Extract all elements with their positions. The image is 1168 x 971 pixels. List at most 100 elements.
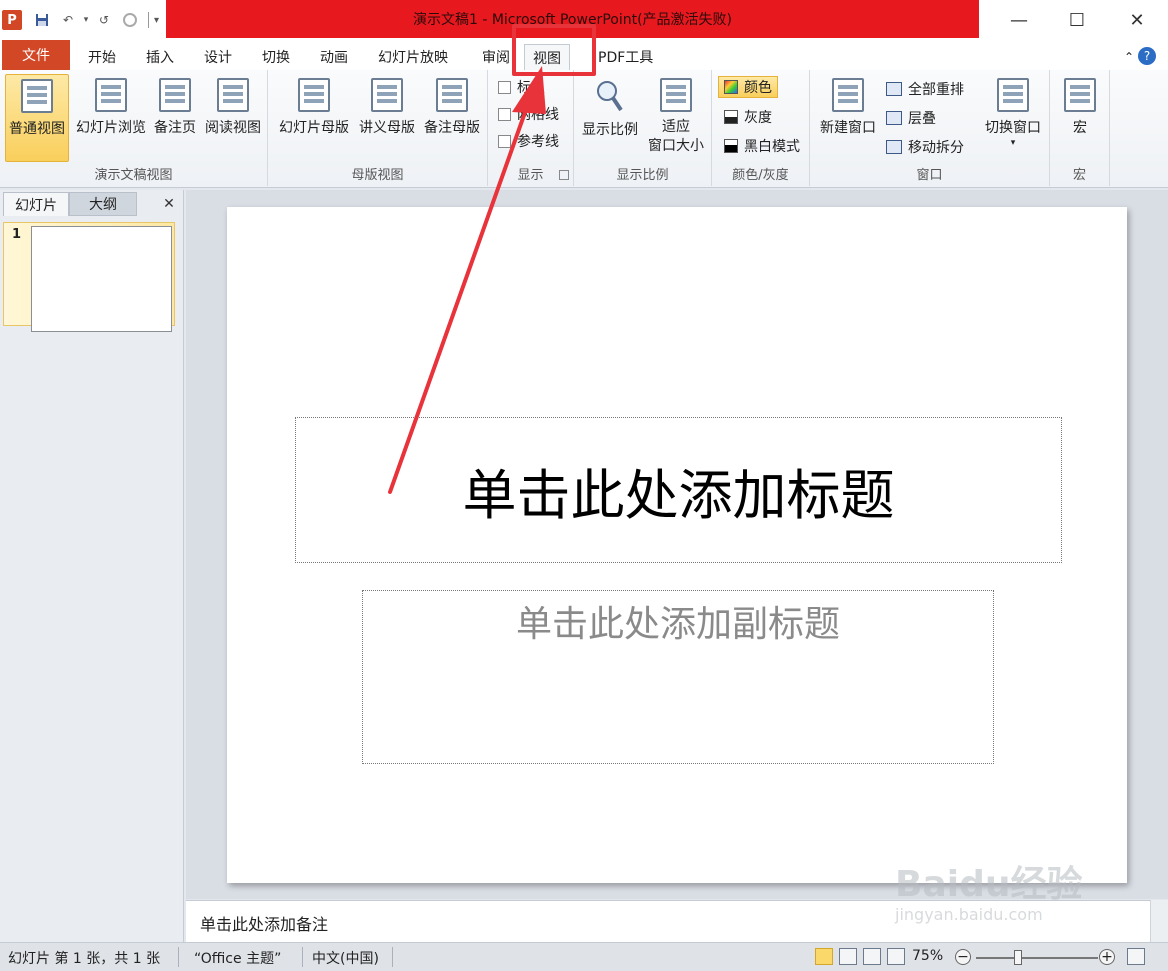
help-icon[interactable]: ? — [1138, 47, 1156, 65]
move-split-icon — [886, 140, 902, 154]
ruler-check-icon[interactable] — [498, 80, 511, 94]
slide-thumbnail[interactable] — [31, 226, 172, 332]
save-icon[interactable] — [34, 12, 50, 28]
group-macros: 宏 宏 — [1050, 70, 1110, 186]
group-presentation-views: 普通视图 幻灯片浏览 备注页 阅读视图 演示文稿视图 — [0, 70, 268, 186]
notes-page-icon — [159, 78, 191, 112]
powerpoint-logo-icon[interactable]: P — [2, 10, 22, 30]
tab-insert[interactable]: 插入 — [138, 44, 182, 70]
guides-check-icon[interactable] — [498, 134, 511, 148]
notes-master-icon — [436, 78, 468, 112]
switch-window-dropdown-icon: ▾ — [1010, 138, 1016, 148]
color-swatch-icon — [724, 80, 738, 94]
slide-sorter-status-icon[interactable] — [839, 948, 857, 965]
normal-view-icon — [21, 79, 53, 113]
group-label-presentation-views: 演示文稿视图 — [94, 168, 173, 183]
ribbon: 普通视图 幻灯片浏览 备注页 阅读视图 演示文稿视图 幻灯片母版 讲义母版 备注… — [0, 70, 1168, 188]
notes-page-button[interactable]: 备注页 — [151, 74, 199, 162]
normal-view-status-icon[interactable] — [815, 948, 833, 965]
notes-master-button[interactable]: 备注母版 — [420, 74, 484, 162]
tab-file[interactable]: 文件 — [2, 40, 70, 70]
cascade-icon — [886, 111, 902, 125]
group-label-zoom: 显示比例 — [616, 168, 669, 183]
tab-outline[interactable]: 大纲 — [69, 192, 137, 216]
zoom-out-button[interactable]: − — [955, 949, 971, 965]
reading-view-status-icon[interactable] — [863, 948, 881, 965]
slide-thumbnail-item[interactable]: 1 — [3, 222, 175, 332]
normal-view-button[interactable]: 普通视图 — [5, 74, 69, 162]
status-bar: 幻灯片 第 1 张，共 1 张 “Office 主题” 中文(中国) 75% −… — [0, 942, 1168, 971]
notes-scrollbar[interactable] — [1150, 900, 1168, 942]
customize-qat-icon[interactable]: ▾ — [148, 12, 164, 28]
reading-view-icon — [217, 78, 249, 112]
color-button[interactable]: 颜色 — [718, 76, 778, 98]
grayscale-button[interactable]: 灰度 — [724, 106, 772, 128]
tab-slide-show[interactable]: 幻灯片放映 — [370, 44, 456, 70]
annotation-highlight-box — [512, 24, 596, 76]
slide-show-status-icon[interactable] — [887, 948, 905, 965]
redo-icon[interactable]: ↺ — [96, 12, 112, 28]
ruler-checkbox[interactable]: 标尺 — [498, 76, 545, 98]
watermark-logo-text: Baidu经验 — [895, 864, 1083, 905]
switch-window-icon — [997, 78, 1029, 112]
close-button[interactable]: ✕ — [1122, 6, 1152, 34]
slide-thumbnail-number: 1 — [12, 227, 22, 242]
tab-design[interactable]: 设计 — [196, 44, 240, 70]
group-label-window: 窗口 — [916, 168, 943, 183]
fit-slide-to-window-icon[interactable] — [1127, 948, 1145, 965]
baidu-watermark: Baidu经验 jingyan.baidu.com — [895, 855, 1082, 924]
black-white-button[interactable]: 黑白模式 — [724, 135, 800, 157]
status-divider — [178, 947, 179, 967]
title-placeholder[interactable]: 单击此处添加标题 — [295, 417, 1062, 563]
undo-dropdown-icon[interactable]: ▾ — [78, 12, 94, 28]
group-label-master-views: 母版视图 — [351, 168, 404, 183]
switch-window-button[interactable]: 切换窗口 ▾ — [980, 74, 1046, 162]
language-status[interactable]: 中文(中国) — [312, 948, 379, 968]
watermark-url: jingyan.baidu.com — [895, 905, 1043, 924]
zoom-slider-thumb[interactable] — [1014, 950, 1022, 965]
slide-sorter-button[interactable]: 幻灯片浏览 — [72, 74, 150, 162]
close-pane-icon[interactable]: ✕ — [158, 192, 180, 216]
zoom-level[interactable]: 75% — [912, 948, 943, 964]
slides-pane-tabs: 幻灯片 大纲 ✕ — [0, 190, 184, 216]
new-window-button[interactable]: 新建窗口 — [816, 74, 880, 162]
slides-pane: 幻灯片 大纲 ✕ 1 — [0, 190, 184, 942]
tab-pdf-tools[interactable]: PDF工具 — [590, 44, 661, 70]
slide-canvas[interactable]: 单击此处添加标题 单击此处添加副标题 — [227, 207, 1127, 883]
subtitle-placeholder[interactable]: 单击此处添加副标题 — [362, 590, 994, 764]
tab-slides[interactable]: 幻灯片 — [3, 192, 69, 216]
move-split-button[interactable]: 移动拆分 — [886, 136, 964, 158]
group-color-grayscale: 颜色 灰度 黑白模式 颜色/灰度 — [712, 70, 810, 186]
theme-status[interactable]: “Office 主题” — [194, 948, 281, 968]
repeat-icon[interactable] — [122, 12, 138, 28]
arrange-all-button[interactable]: 全部重排 — [886, 78, 964, 100]
zoom-button[interactable]: 显示比例 — [578, 74, 642, 162]
group-window: 新建窗口 全部重排 层叠 移动拆分 切换窗口 ▾ 窗口 — [810, 70, 1050, 186]
fit-to-window-icon — [660, 78, 692, 112]
status-divider — [302, 947, 303, 967]
slide-master-button[interactable]: 幻灯片母版 — [276, 74, 352, 162]
gridlines-check-icon[interactable] — [498, 107, 511, 121]
group-zoom: 显示比例 适应 窗口大小 显示比例 — [574, 70, 712, 186]
show-dialog-launcher-icon[interactable] — [559, 170, 569, 180]
maximize-button[interactable]: ☐ — [1062, 6, 1092, 34]
zoom-slider[interactable] — [976, 957, 1098, 959]
cascade-button[interactable]: 层叠 — [886, 107, 936, 129]
tab-animations[interactable]: 动画 — [312, 44, 356, 70]
arrange-all-icon — [886, 82, 902, 96]
zoom-in-button[interactable]: + — [1099, 949, 1115, 965]
fit-to-window-button[interactable]: 适应 窗口大小 — [644, 74, 708, 162]
black-white-swatch-icon — [724, 139, 738, 153]
reading-view-button[interactable]: 阅读视图 — [201, 74, 265, 162]
handout-master-button[interactable]: 讲义母版 — [355, 74, 419, 162]
slide-editing-area: 单击此处添加标题 单击此处添加副标题 — [186, 190, 1168, 899]
handout-master-icon — [371, 78, 403, 112]
tab-home[interactable]: 开始 — [80, 44, 124, 70]
gridlines-checkbox[interactable]: 网格线 — [498, 103, 559, 125]
macros-button[interactable]: 宏 — [1056, 74, 1104, 162]
tab-transitions[interactable]: 切换 — [254, 44, 298, 70]
guides-checkbox[interactable]: 参考线 — [498, 130, 559, 152]
undo-icon[interactable]: ↶ — [60, 12, 76, 28]
minimize-button[interactable]: — — [1004, 6, 1034, 34]
group-show: 标尺 网格线 参考线 显示 — [488, 70, 574, 186]
